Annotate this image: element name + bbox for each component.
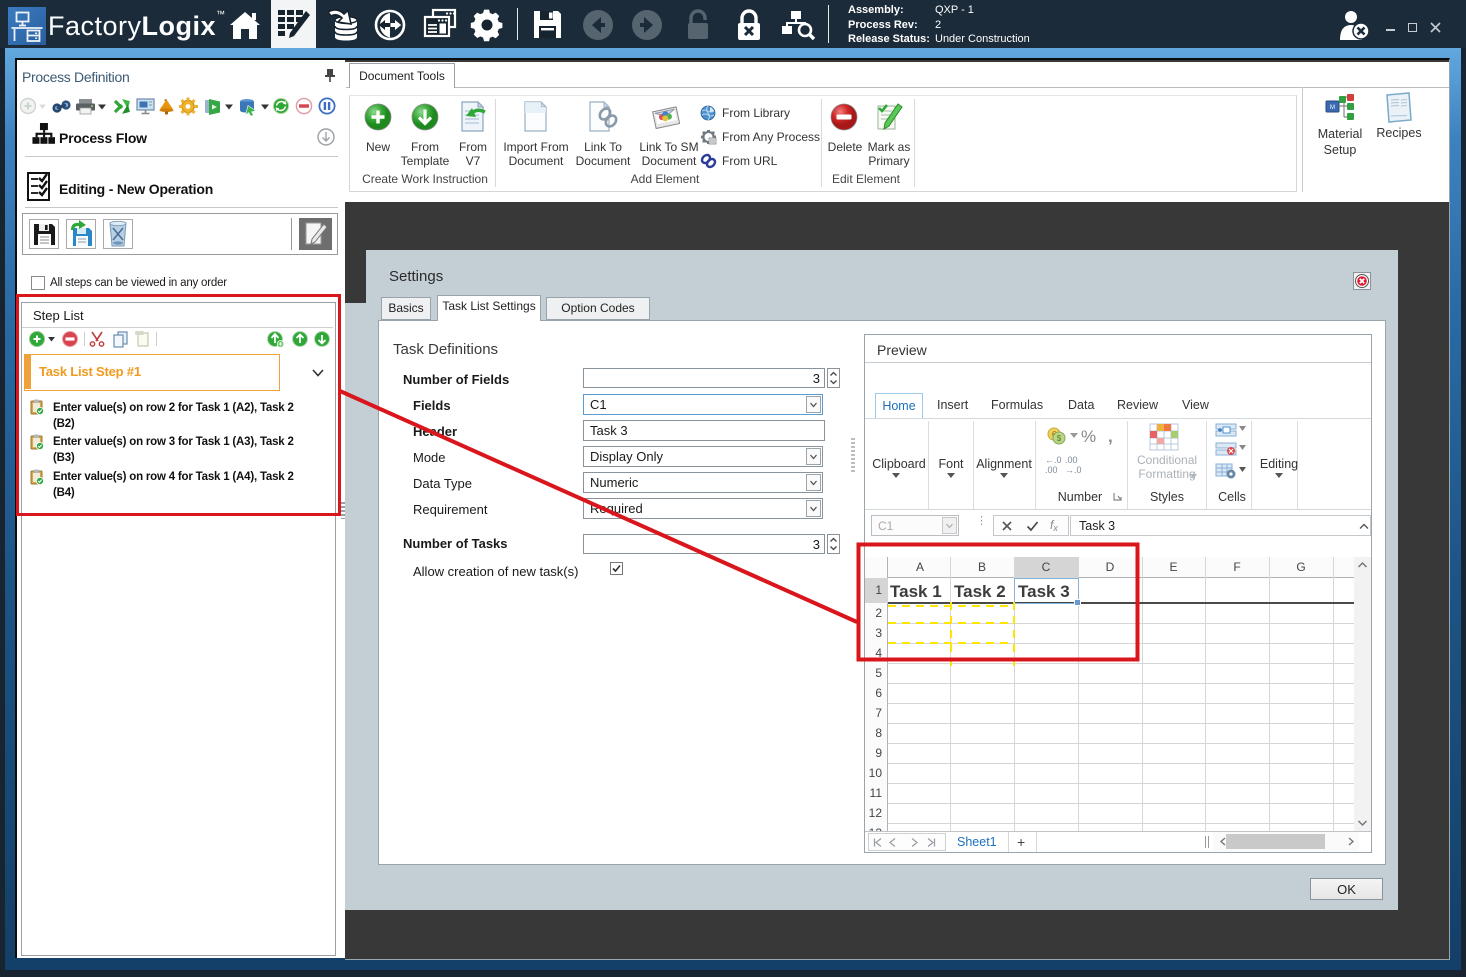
svg-text:M: M (1330, 105, 1335, 111)
svg-text:$: $ (1057, 434, 1062, 443)
